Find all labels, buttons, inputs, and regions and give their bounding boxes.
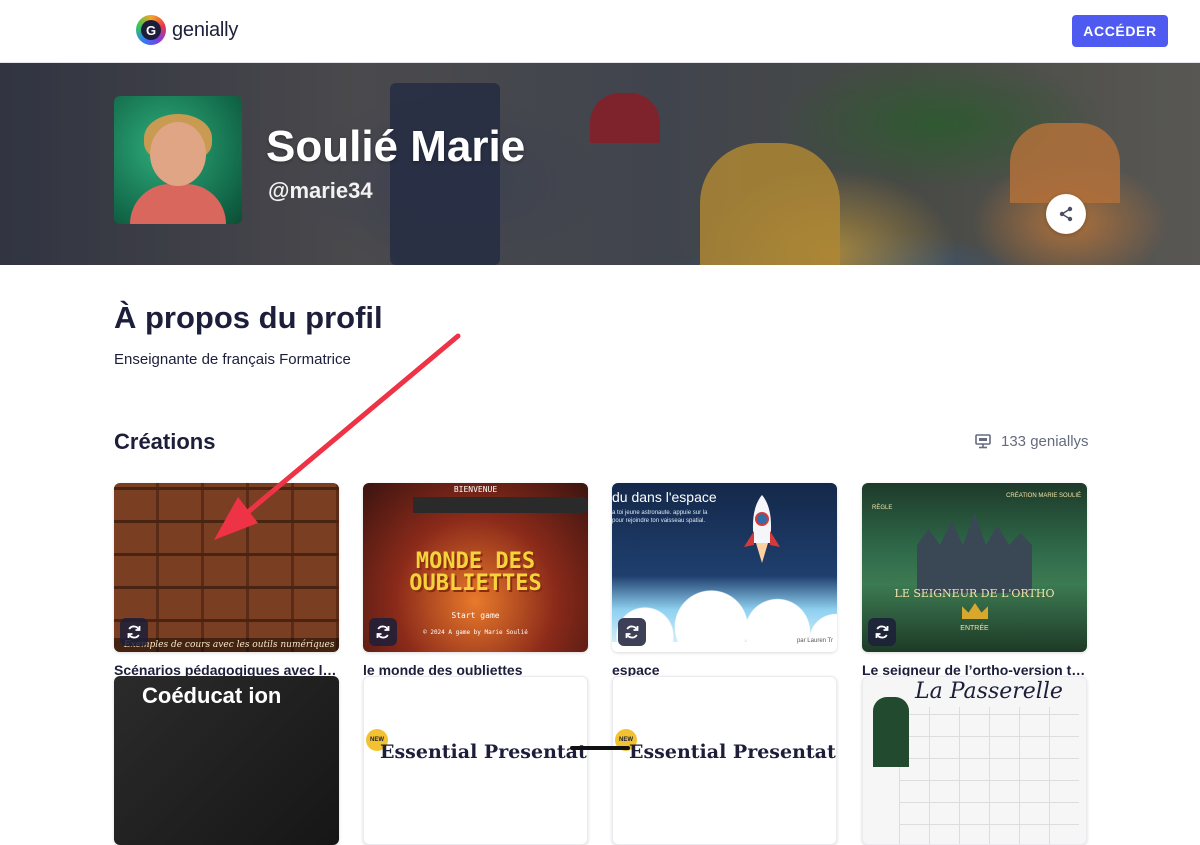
reuse-icon[interactable] [618,618,646,646]
horizontal-scroll-indicator[interactable] [570,746,630,750]
reuse-icon[interactable] [868,618,896,646]
banner-figure [590,93,660,143]
top-bar: G genially ACCÉDER [0,0,1200,63]
thumbnail-top-text: CRÉATION MARIE SOULIÉ [1006,493,1081,499]
thumbnail-title: Coéducat ion [142,683,282,708]
avatar [114,96,242,224]
thumbnail-credit: par Lauren Tr [796,638,833,644]
creation-card[interactable]: Exemples de cours avec les outils numéri… [114,483,339,678]
banner-figure [1010,123,1120,203]
access-button[interactable]: ACCÉDER [1072,15,1168,47]
share-button[interactable] [1046,194,1086,234]
reuse-icon[interactable] [369,618,397,646]
about-title: À propos du profil [114,300,383,335]
creations-count: 133 geniallys [975,433,1089,450]
thumbnail-title: du dans l'espace [612,489,717,505]
thumbnail-title: LE SEIGNEUR DE L'ORTHO [894,587,1055,600]
creation-thumbnail[interactable]: Exemples de cours avec les outils numéri… [114,483,339,652]
thumbnail-rule: RÈGLE [872,505,893,511]
creation-card[interactable]: CRÉATION MARIE SOULIÉ RÈGLE LE SEIGNEUR … [862,483,1087,678]
reuse-icon[interactable] [120,618,148,646]
logo-text: genially [172,18,239,41]
thumbnail-title: MONDE DES OUBLIETTES [409,549,542,596]
thumbnail-title: Essential Presentation [380,741,587,763]
share-icon [1059,206,1073,222]
genially-logo-icon: G [136,15,166,45]
creation-thumbnail[interactable]: CRÉATION MARIE SOULIÉ RÈGLE LE SEIGNEUR … [862,483,1087,652]
thumbnail-start: Start game [451,611,500,620]
thumbnail-title: La Passerelle [915,679,1063,704]
creation-card[interactable]: du dans l'espace a toi jeune astronaute.… [612,483,837,678]
banner-figure [700,143,840,265]
thumbnail-tag: BIENVENUE [453,485,498,494]
creation-card[interactable]: BIENVENUE MONDE DES OUBLIETTES Start gam… [363,483,588,678]
creations-title: Créations [114,429,216,454]
genially-logo[interactable]: G genially [136,15,238,45]
rocket-icon [744,495,780,563]
creation-thumbnail[interactable]: du dans l'espace a toi jeune astronaute.… [612,483,837,652]
banner-figure [390,83,500,265]
thumbnail-title: Essential Presentation [629,741,836,763]
thumbnail-subtitle: a toi jeune astronaute. appuie sur la po… [612,510,708,524]
creations-count-label: 133 geniallys [1001,433,1089,450]
crown-icon [962,603,988,619]
about-description: Enseignante de français Formatrice [114,351,351,368]
profile-name: Soulié Marie [266,122,526,171]
profile-handle: @marie34 [268,178,373,203]
creation-thumbnail[interactable]: BIENVENUE MONDE DES OUBLIETTES Start gam… [363,483,588,652]
presentation-icon [975,434,991,449]
